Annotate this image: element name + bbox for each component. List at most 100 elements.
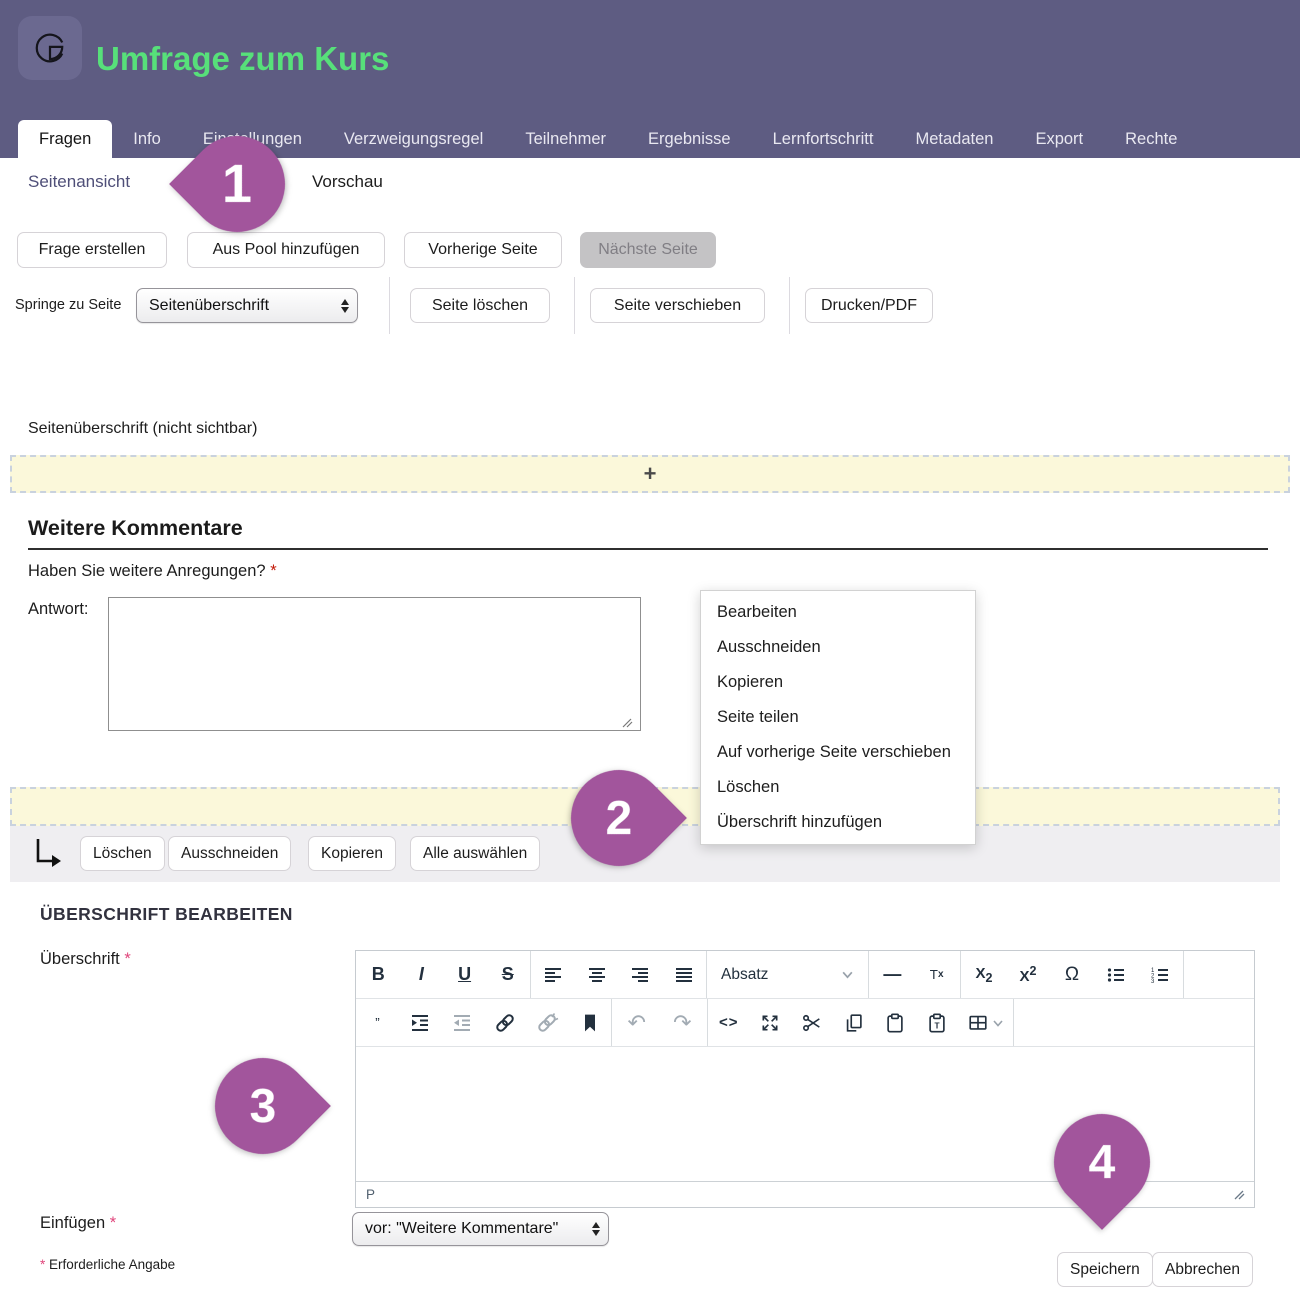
bullet-list-button[interactable] — [1095, 952, 1137, 998]
source-code-icon: <> — [719, 1014, 739, 1031]
subtab-seitenansicht[interactable]: Seitenansicht — [28, 172, 130, 192]
numbered-list-icon: 123 — [1151, 966, 1169, 984]
outdent-button — [441, 1000, 483, 1046]
align-left-button[interactable] — [532, 952, 574, 998]
select-stepper-icon — [592, 1222, 600, 1236]
tab-export[interactable]: Export — [1014, 120, 1104, 158]
source-code-button[interactable]: <> — [708, 1000, 750, 1046]
menu-item-verschieben[interactable]: Auf vorherige Seite verschieben — [701, 735, 975, 770]
menu-item-seite-teilen[interactable]: Seite teilen — [701, 700, 975, 735]
answer-textarea[interactable] — [108, 597, 641, 731]
tab-ergebnisse[interactable]: Ergebnisse — [627, 120, 752, 158]
required-asterisk: * — [110, 1214, 116, 1232]
cut-button[interactable] — [791, 1000, 833, 1046]
link-icon — [493, 1011, 517, 1035]
ueberschrift-field-label: Überschrift * — [40, 950, 131, 969]
omega-icon: Ω — [1065, 964, 1079, 986]
edit-section-heading: ÜBERSCHRIFT BEARBEITEN — [40, 904, 293, 925]
scissors-icon — [801, 1012, 823, 1034]
speichern-button[interactable]: Speichern — [1057, 1252, 1153, 1287]
selection-kopieren-button[interactable]: Kopieren — [308, 836, 396, 871]
svg-text:T: T — [934, 1021, 939, 1030]
anchor-bookmark-button[interactable] — [569, 1000, 611, 1046]
underline-button[interactable]: U — [444, 952, 486, 998]
editor-toolbar-row-1: B I U S Absat — [356, 951, 1254, 999]
paste-as-text-button[interactable]: T — [916, 1000, 958, 1046]
italic-button[interactable]: I — [400, 952, 442, 998]
copy-icon — [843, 1012, 865, 1034]
seiten-select-value: Seitenüberschrift — [149, 297, 269, 315]
vorherige-seite-button[interactable]: Vorherige Seite — [404, 232, 562, 268]
add-content-plus-icon[interactable]: + — [644, 463, 657, 485]
question-text: Haben Sie weitere Anregungen? * — [28, 562, 277, 581]
springe-zu-seite-label: Springe zu Seite — [15, 297, 121, 313]
divider — [389, 277, 390, 334]
align-justify-icon — [675, 966, 693, 984]
paste-button[interactable] — [874, 1000, 916, 1046]
naechste-seite-button: Nächste Seite — [580, 232, 716, 268]
svg-text:3: 3 — [1151, 979, 1155, 984]
tab-lernfortschritt[interactable]: Lernfortschritt — [752, 120, 895, 158]
fullscreen-icon — [760, 1013, 780, 1033]
paste-icon — [884, 1012, 906, 1034]
seite-verschieben-button[interactable]: Seite verschieben — [590, 288, 765, 323]
selection-ausschneiden-button[interactable]: Ausschneiden — [168, 836, 291, 871]
einfuegen-label: Einfügen * — [40, 1214, 116, 1233]
tab-teilnehmer[interactable]: Teilnehmer — [504, 120, 627, 158]
subtab-vorschau[interactable]: Vorschau — [312, 172, 383, 192]
einfuegen-select[interactable]: vor: "Weitere Kommentare" — [352, 1212, 609, 1246]
table-button[interactable] — [958, 1000, 1013, 1046]
paragraph-format-select[interactable]: Absatz — [707, 966, 868, 984]
tab-rechte[interactable]: Rechte — [1104, 120, 1198, 158]
menu-item-loeschen[interactable]: Löschen — [701, 770, 975, 805]
menu-item-kopieren[interactable]: Kopieren — [701, 665, 975, 700]
seite-loeschen-button[interactable]: Seite löschen — [410, 288, 550, 323]
required-asterisk: * — [40, 1257, 45, 1272]
subscript-button[interactable]: X2 — [963, 952, 1005, 998]
required-field-note: * Erforderliche Angabe — [40, 1257, 175, 1272]
tab-verzweigungsregel[interactable]: Verzweigungsregel — [323, 120, 504, 158]
superscript-button[interactable]: X2 — [1007, 952, 1049, 998]
blockquote-button[interactable]: ” — [356, 1000, 398, 1046]
divider — [789, 277, 790, 334]
tab-metadaten[interactable]: Metadaten — [894, 120, 1014, 158]
fullscreen-button[interactable] — [750, 1000, 792, 1046]
selection-loeschen-button[interactable]: Löschen — [80, 836, 165, 871]
align-justify-button[interactable] — [663, 952, 705, 998]
seiten-select[interactable]: Seitenüberschrift — [136, 288, 358, 323]
align-center-icon — [588, 966, 606, 984]
menu-item-bearbeiten[interactable]: Bearbeiten — [701, 595, 975, 630]
clear-formatting-button[interactable]: Tx — [916, 952, 958, 998]
copy-button[interactable] — [833, 1000, 875, 1046]
tab-info[interactable]: Info — [112, 120, 182, 158]
required-asterisk: * — [270, 562, 276, 580]
tab-fragen[interactable]: Fragen — [18, 120, 112, 158]
numbered-list-button[interactable]: 123 — [1139, 952, 1181, 998]
answer-label: Antwort: — [28, 600, 89, 619]
unlink-icon — [535, 1011, 559, 1035]
special-character-button[interactable]: Ω — [1051, 952, 1093, 998]
menu-item-ausschneiden[interactable]: Ausschneiden — [701, 630, 975, 665]
main-tab-bar: Fragen Info Einstellungen Verzweigungsre… — [18, 120, 1198, 158]
menu-item-ueberschrift-hinzufuegen[interactable]: Überschrift hinzufügen — [701, 805, 975, 840]
add-content-dropzone[interactable]: + — [10, 455, 1290, 493]
app-header: Umfrage zum Kurs Fragen Info Einstellung… — [0, 0, 1300, 158]
drucken-pdf-button[interactable]: Drucken/PDF — [805, 288, 933, 323]
indent-icon — [411, 1014, 429, 1032]
paste-text-icon: T — [926, 1012, 948, 1034]
hidden-page-title-note: Seitenüberschrift (nicht sichtbar) — [28, 420, 257, 438]
frage-erstellen-button[interactable]: Frage erstellen — [17, 232, 167, 268]
insert-link-button[interactable] — [484, 1000, 526, 1046]
bold-button[interactable]: B — [357, 952, 399, 998]
remove-link-button — [526, 1000, 568, 1046]
align-right-button[interactable] — [619, 952, 661, 998]
selection-alle-auswaehlen-button[interactable]: Alle auswählen — [410, 836, 540, 871]
strikethrough-button[interactable]: S — [487, 952, 529, 998]
indent-button[interactable] — [399, 1000, 441, 1046]
align-center-button[interactable] — [576, 952, 618, 998]
abbrechen-button[interactable]: Abbrechen — [1152, 1252, 1253, 1287]
editor-resize-grip-icon[interactable] — [1232, 1189, 1246, 1201]
horizontal-rule-button[interactable]: — — [871, 952, 913, 998]
required-asterisk: * — [124, 950, 130, 968]
aus-pool-hinzufuegen-button[interactable]: Aus Pool hinzufügen — [187, 232, 385, 268]
